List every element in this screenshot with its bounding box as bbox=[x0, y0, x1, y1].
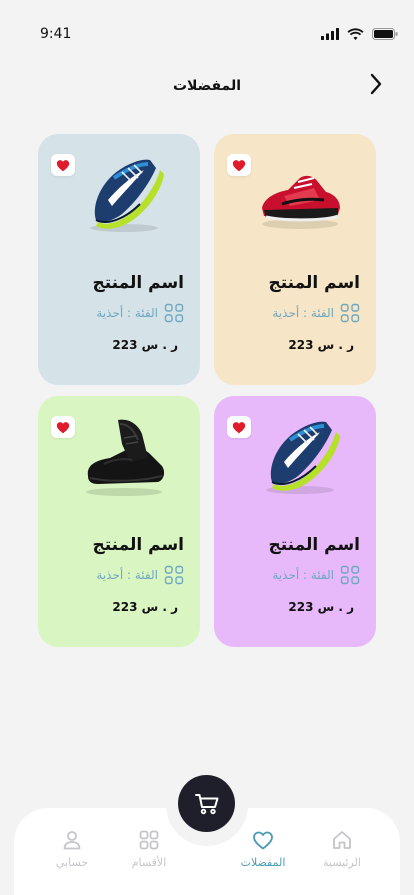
product-name: اسم المنتج bbox=[92, 535, 184, 555]
nav-label-categories: الأقسام bbox=[131, 856, 167, 869]
product-card[interactable]: اسم المنتج الفئة : أحذية 223 ر . س bbox=[38, 396, 200, 647]
category-grid-icon bbox=[340, 565, 360, 585]
category-grid-icon bbox=[340, 303, 360, 323]
status-bar: 9:41 bbox=[0, 0, 414, 60]
status-icons bbox=[321, 28, 398, 40]
product-category: الفئة : أحذية bbox=[96, 303, 184, 323]
nav-label-home: الرئيسية bbox=[323, 856, 361, 869]
product-name: اسم المنتج bbox=[268, 273, 360, 293]
cart-button[interactable] bbox=[178, 775, 235, 832]
header: المفضلات bbox=[0, 66, 414, 106]
product-image bbox=[254, 410, 346, 500]
back-button[interactable] bbox=[364, 72, 388, 96]
chevron-right-icon bbox=[370, 73, 382, 95]
nav-item-home[interactable]: الرئيسية bbox=[307, 828, 377, 869]
product-card[interactable]: اسم المنتج الفئة : أحذية 223 ر . س bbox=[214, 134, 376, 385]
grid-icon bbox=[139, 830, 159, 850]
status-time: 9:41 bbox=[40, 26, 72, 42]
favorite-button[interactable] bbox=[227, 416, 251, 438]
page-title: المفضلات bbox=[172, 78, 241, 94]
product-image bbox=[78, 410, 170, 500]
nav-label-account: حسابي bbox=[55, 856, 89, 869]
nav-label-favorites: المفضلات bbox=[240, 856, 286, 869]
product-card[interactable]: اسم المنتج الفئة : أحذية 223 ر . س bbox=[214, 396, 376, 647]
product-price: 223 ر . س bbox=[288, 338, 354, 352]
category-grid-icon bbox=[164, 303, 184, 323]
black-leather-shoe-image bbox=[86, 419, 165, 496]
product-category-label: الفئة : أحذية bbox=[272, 306, 334, 320]
heart-filled-icon bbox=[56, 421, 70, 433]
product-category: الفئة : أحذية bbox=[272, 565, 360, 585]
heart-filled-icon bbox=[56, 159, 70, 171]
product-name: اسم المنتج bbox=[268, 535, 360, 555]
product-price: 223 ر . س bbox=[112, 600, 178, 614]
favorite-button[interactable] bbox=[227, 154, 251, 176]
user-icon bbox=[63, 831, 81, 850]
blue-running-shoe-image bbox=[266, 421, 340, 494]
cart-icon bbox=[194, 793, 218, 814]
nav-item-categories[interactable]: الأقسام bbox=[114, 828, 184, 869]
heart-filled-icon bbox=[232, 421, 246, 433]
product-price: 223 ر . س bbox=[112, 338, 178, 352]
product-category: الفئة : أحذية bbox=[272, 303, 360, 323]
product-category: الفئة : أحذية bbox=[96, 565, 184, 585]
red-sneaker-image bbox=[262, 175, 340, 229]
product-name: اسم المنتج bbox=[92, 273, 184, 293]
product-category-label: الفئة : أحذية bbox=[272, 568, 334, 582]
favorite-button[interactable] bbox=[51, 154, 75, 176]
product-category-label: الفئة : أحذية bbox=[96, 568, 158, 582]
product-card[interactable]: اسم المنتج الفئة : أحذية 223 ر . س bbox=[38, 134, 200, 385]
product-image bbox=[78, 148, 170, 238]
home-icon bbox=[333, 831, 351, 849]
battery-icon bbox=[372, 28, 398, 40]
product-image bbox=[254, 148, 346, 238]
signal-icon bbox=[321, 28, 339, 40]
heart-icon bbox=[253, 831, 273, 850]
product-category-label: الفئة : أحذية bbox=[96, 306, 158, 320]
favorite-button[interactable] bbox=[51, 416, 75, 438]
nav-item-favorites[interactable]: المفضلات bbox=[228, 828, 298, 869]
product-price: 223 ر . س bbox=[288, 600, 354, 614]
category-grid-icon bbox=[164, 565, 184, 585]
heart-filled-icon bbox=[232, 159, 246, 171]
nav-item-account[interactable]: حسابي bbox=[37, 828, 107, 869]
blue-running-shoe-image bbox=[90, 159, 164, 232]
wifi-icon bbox=[347, 28, 364, 40]
